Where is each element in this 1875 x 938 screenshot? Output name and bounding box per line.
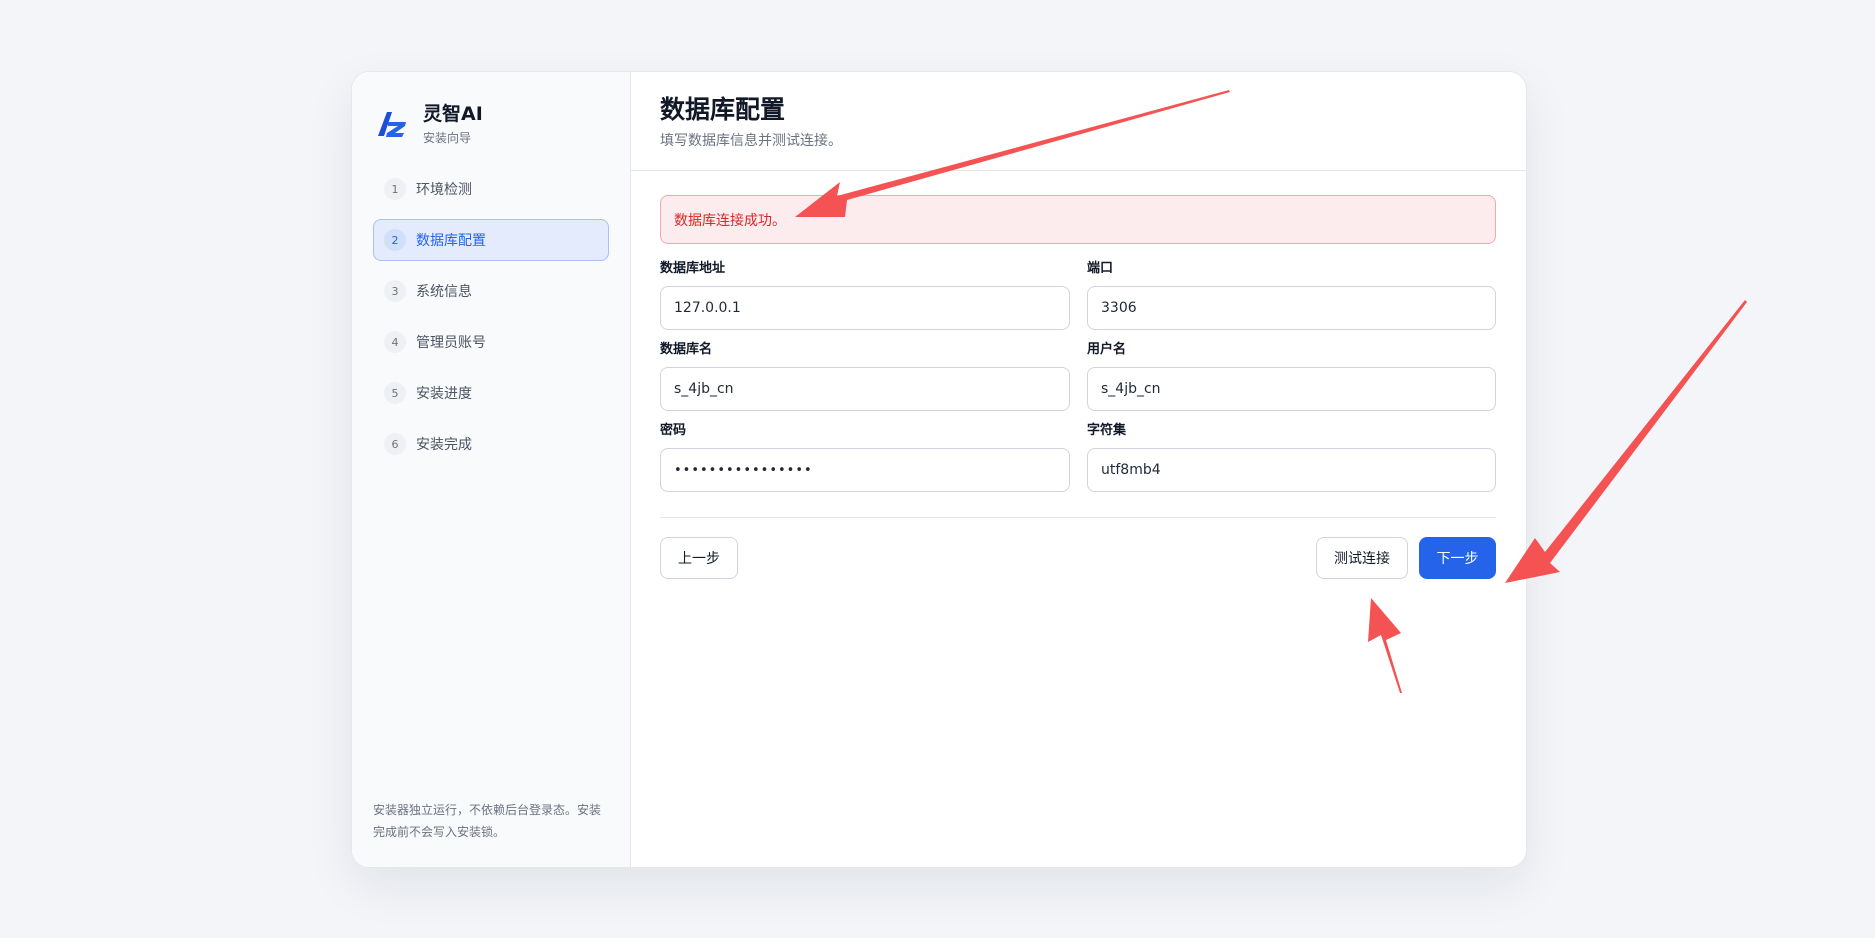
password-input[interactable]: •••••••••••••••• <box>660 448 1070 492</box>
step-label: 数据库配置 <box>416 233 486 249</box>
username-label: 用户名 <box>1087 342 1127 357</box>
db-form: 数据库地址 127.0.0.1 端口 3306 数据库名 s_4jb_cn 用户… <box>660 261 1496 492</box>
brand-text: 灵智AI 安装向导 <box>423 102 483 147</box>
main-panel: 数据库配置 填写数据库信息并测试连接。 数据库连接成功。 数据库地址 127.0… <box>631 72 1526 867</box>
sidebar-note: 安装器独立运行，不依赖后台登录态。安装完成前不会写入安装锁。 <box>373 803 602 839</box>
step-number: 5 <box>384 382 406 404</box>
page-title: 数据库配置 <box>660 95 786 124</box>
step-number: 1 <box>384 178 406 200</box>
username-field: 用户名 s_4jb_cn <box>1087 342 1496 411</box>
step-number: 6 <box>384 433 406 455</box>
brand-name: 灵智AI <box>423 102 483 125</box>
step-install-complete[interactable]: 6 安装完成 <box>373 423 609 465</box>
step-label: 系统信息 <box>416 284 472 300</box>
divider <box>660 517 1496 518</box>
step-label: 管理员账号 <box>416 335 486 351</box>
lz-logo-icon <box>373 106 409 142</box>
host-label: 数据库地址 <box>660 261 726 276</box>
brand-subtitle: 安装向导 <box>423 130 472 145</box>
password-field: 密码 •••••••••••••••• <box>660 423 1070 492</box>
charset-label: 字符集 <box>1087 423 1127 438</box>
step-label: 安装完成 <box>416 437 472 453</box>
host-input[interactable]: 127.0.0.1 <box>660 286 1070 330</box>
step-environment-check[interactable]: 1 环境检测 <box>373 168 609 210</box>
annotation-arrow-next <box>1505 300 1747 583</box>
dbname-field: 数据库名 s_4jb_cn <box>660 342 1070 411</box>
step-number: 3 <box>384 280 406 302</box>
page-subtitle: 填写数据库信息并测试连接。 <box>660 133 842 149</box>
alert-text: 数据库连接成功。 <box>674 212 786 229</box>
brand: 灵智AI 安装向导 <box>373 100 609 148</box>
step-number: 4 <box>384 331 406 353</box>
installer-window: 灵智AI 安装向导 1 环境检测 2 数据库配置 3 系统信息 4 管理员账号 … <box>351 71 1527 868</box>
next-button[interactable]: 下一步 <box>1419 537 1496 579</box>
step-database-config[interactable]: 2 数据库配置 <box>373 219 609 261</box>
host-field: 数据库地址 127.0.0.1 <box>660 261 1070 330</box>
steps-nav: 1 环境检测 2 数据库配置 3 系统信息 4 管理员账号 5 安装进度 6 安… <box>373 168 609 465</box>
step-label: 安装进度 <box>416 386 472 402</box>
test-connection-button[interactable]: 测试连接 <box>1316 537 1408 579</box>
username-input[interactable]: s_4jb_cn <box>1087 367 1496 411</box>
port-field: 端口 3306 <box>1087 261 1496 330</box>
page-background: 灵智AI 安装向导 1 环境检测 2 数据库配置 3 系统信息 4 管理员账号 … <box>0 0 1875 938</box>
charset-input[interactable]: utf8mb4 <box>1087 448 1496 492</box>
port-label: 端口 <box>1087 261 1114 276</box>
step-label: 环境检测 <box>416 182 472 198</box>
status-alert: 数据库连接成功。 <box>660 195 1496 244</box>
step-admin-account[interactable]: 4 管理员账号 <box>373 321 609 363</box>
charset-field: 字符集 utf8mb4 <box>1087 423 1496 492</box>
action-bar: 上一步 测试连接 下一步 <box>660 537 1496 579</box>
main-body: 数据库连接成功。 数据库地址 127.0.0.1 端口 3306 数据库名 s_… <box>631 171 1526 579</box>
step-number: 2 <box>384 229 406 251</box>
prev-button[interactable]: 上一步 <box>660 537 738 579</box>
password-label: 密码 <box>660 423 687 438</box>
sidebar: 灵智AI 安装向导 1 环境检测 2 数据库配置 3 系统信息 4 管理员账号 … <box>352 72 631 867</box>
step-system-info[interactable]: 3 系统信息 <box>373 270 609 312</box>
main-header: 数据库配置 填写数据库信息并测试连接。 <box>631 72 1526 171</box>
dbname-label: 数据库名 <box>660 342 713 357</box>
port-input[interactable]: 3306 <box>1087 286 1496 330</box>
step-install-progress[interactable]: 5 安装进度 <box>373 372 609 414</box>
dbname-input[interactable]: s_4jb_cn <box>660 367 1070 411</box>
